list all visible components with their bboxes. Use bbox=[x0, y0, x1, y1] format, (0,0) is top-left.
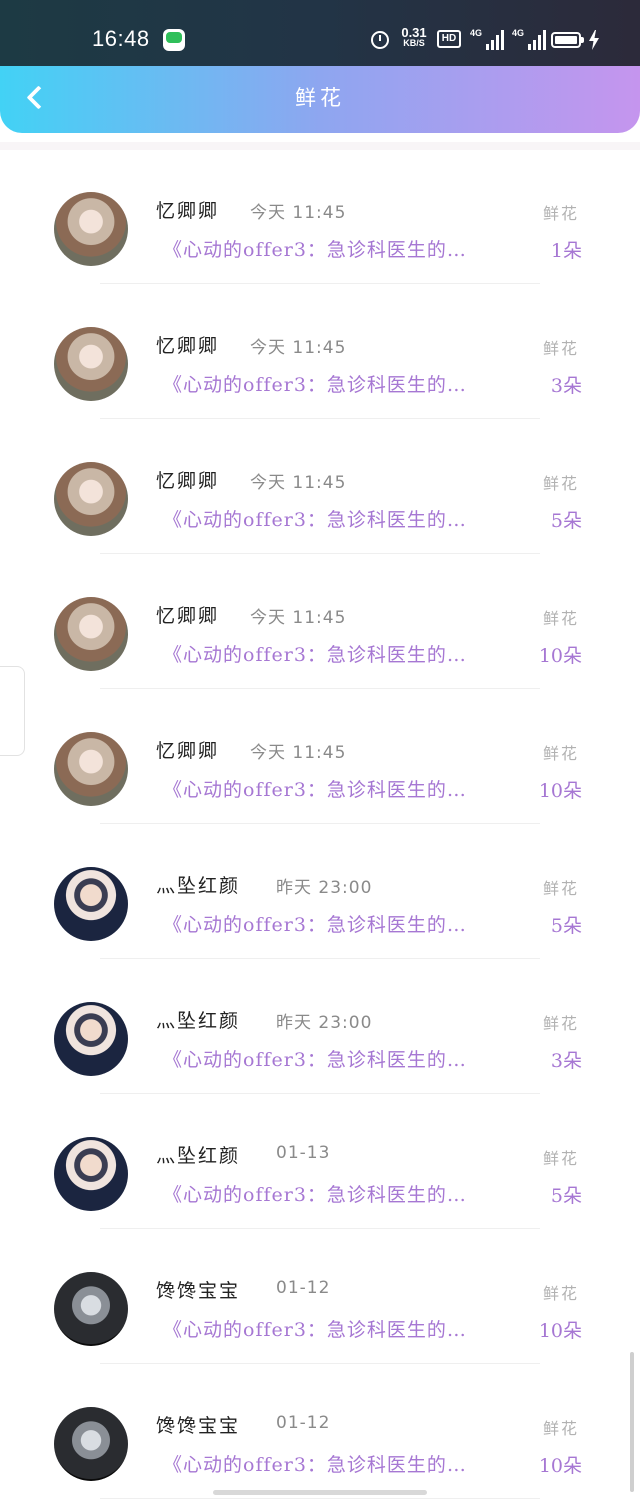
timestamp: 今天 11:45 bbox=[250, 473, 347, 493]
timestamp: 昨天 23:00 bbox=[276, 1013, 373, 1033]
timestamp: 01-13 bbox=[276, 1143, 331, 1163]
row-divider bbox=[100, 958, 540, 959]
username[interactable]: 忆卿卿 bbox=[156, 196, 219, 223]
signal-icon: 4G bbox=[470, 28, 508, 50]
row-divider bbox=[100, 418, 540, 419]
home-indicator[interactable] bbox=[213, 1490, 427, 1495]
signal-icon: 4G bbox=[512, 28, 550, 50]
gift-type-label: 鲜花 bbox=[543, 879, 580, 898]
timestamp: 昨天 23:00 bbox=[276, 878, 373, 898]
list-item[interactable]: 忆卿卿 今天 11:45 鲜花 《心动的offer3：急诊科医生的… 10朵 bbox=[0, 690, 640, 825]
gift-list[interactable]: 忆卿卿 今天 11:45 鲜花 《心动的offer3：急诊科医生的… 1朵 忆卿卿 今天 1… bbox=[0, 142, 640, 1499]
gift-type-label: 鲜花 bbox=[543, 339, 580, 358]
username[interactable]: 灬坠红颜 bbox=[156, 1141, 240, 1168]
charging-icon bbox=[589, 30, 599, 50]
network-speed-value: 0.31 bbox=[401, 25, 427, 40]
gift-count: 1朵 bbox=[550, 240, 582, 262]
status-bar: 16:48 0.31 KB/S HD 4G 4G bbox=[0, 0, 640, 66]
list-item[interactable]: 灬坠红颜 01-13 鲜花 《心动的offer3：急诊科医生的… 5朵 bbox=[0, 1095, 640, 1230]
list-item[interactable]: 馋馋宝宝 01-12 鲜花 《心动的offer3：急诊科医生的… 10朵 bbox=[0, 1230, 640, 1365]
avatar[interactable] bbox=[54, 1407, 128, 1481]
username[interactable]: 灬坠红颜 bbox=[156, 871, 240, 898]
drama-title[interactable]: 《心动的offer3：急诊科医生的… bbox=[163, 505, 533, 532]
timestamp: 今天 11:45 bbox=[250, 743, 347, 763]
avatar[interactable] bbox=[54, 462, 128, 536]
username[interactable]: 忆卿卿 bbox=[156, 466, 219, 493]
list-item[interactable]: 忆卿卿 今天 11:45 鲜花 《心动的offer3：急诊科医生的… 1朵 bbox=[0, 150, 640, 285]
gift-type-label: 鲜花 bbox=[543, 609, 580, 628]
timestamp: 01-12 bbox=[276, 1278, 331, 1298]
drama-title[interactable]: 《心动的offer3：急诊科医生的… bbox=[163, 1315, 533, 1342]
drama-title[interactable]: 《心动的offer3：急诊科医生的… bbox=[163, 370, 533, 397]
gift-count: 5朵 bbox=[550, 915, 582, 937]
network-speed-unit: KB/S bbox=[403, 38, 425, 48]
gift-type-label: 鲜花 bbox=[543, 474, 580, 493]
drama-title[interactable]: 《心动的offer3：急诊科医生的… bbox=[163, 1450, 533, 1477]
username[interactable]: 馋馋宝宝 bbox=[156, 1276, 240, 1303]
list-item[interactable]: 灬坠红颜 昨天 23:00 鲜花 《心动的offer3：急诊科医生的… 3朵 bbox=[0, 960, 640, 1095]
gift-type-label: 鲜花 bbox=[543, 744, 580, 763]
row-divider bbox=[100, 1093, 540, 1094]
drama-title[interactable]: 《心动的offer3：急诊科医生的… bbox=[163, 235, 533, 262]
avatar[interactable] bbox=[54, 1272, 128, 1346]
timestamp: 今天 11:45 bbox=[250, 203, 347, 223]
gift-count: 5朵 bbox=[550, 510, 582, 532]
avatar[interactable] bbox=[54, 867, 128, 941]
scrollbar[interactable] bbox=[630, 1352, 634, 1492]
row-divider bbox=[100, 1228, 540, 1229]
timestamp: 今天 11:45 bbox=[250, 608, 347, 628]
timestamp: 01-12 bbox=[276, 1413, 331, 1433]
list-item[interactable]: 忆卿卿 今天 11:45 鲜花 《心动的offer3：急诊科医生的… 3朵 bbox=[0, 285, 640, 420]
side-drawer-handle[interactable] bbox=[0, 666, 25, 756]
timestamp: 今天 11:45 bbox=[250, 338, 347, 358]
gift-count: 5朵 bbox=[550, 1185, 582, 1207]
gift-count: 3朵 bbox=[550, 375, 582, 397]
network-speed: 0.31 KB/S bbox=[399, 25, 429, 49]
signal-label: 4G bbox=[470, 28, 483, 38]
avatar[interactable] bbox=[54, 1137, 128, 1211]
avatar[interactable] bbox=[54, 327, 128, 401]
page-title: 鲜花 bbox=[295, 86, 345, 110]
hd-icon: HD bbox=[437, 30, 461, 48]
avatar[interactable] bbox=[54, 732, 128, 806]
gift-count: 10朵 bbox=[538, 1320, 582, 1342]
battery-icon bbox=[551, 32, 584, 48]
app-notification-icon bbox=[163, 29, 185, 51]
username[interactable]: 灬坠红颜 bbox=[156, 1006, 240, 1033]
drama-title[interactable]: 《心动的offer3：急诊科医生的… bbox=[163, 640, 533, 667]
gift-type-label: 鲜花 bbox=[543, 1419, 580, 1438]
gift-count: 10朵 bbox=[538, 780, 582, 802]
avatar[interactable] bbox=[54, 1002, 128, 1076]
avatar[interactable] bbox=[54, 192, 128, 266]
username[interactable]: 忆卿卿 bbox=[156, 331, 219, 358]
signal-label: 4G bbox=[512, 28, 525, 38]
gift-count: 10朵 bbox=[538, 645, 582, 667]
row-divider bbox=[100, 823, 540, 824]
status-time: 16:48 bbox=[92, 26, 150, 51]
username[interactable]: 馋馋宝宝 bbox=[156, 1411, 240, 1438]
list-item[interactable]: 忆卿卿 今天 11:45 鲜花 《心动的offer3：急诊科医生的… 5朵 bbox=[0, 420, 640, 555]
list-item[interactable]: 馋馋宝宝 01-12 鲜花 《心动的offer3：急诊科医生的… 10朵 bbox=[0, 1365, 640, 1499]
header-bar: 鲜花 bbox=[0, 66, 640, 133]
drama-title[interactable]: 《心动的offer3：急诊科医生的… bbox=[163, 1045, 533, 1072]
row-divider bbox=[100, 283, 540, 284]
gift-type-label: 鲜花 bbox=[543, 204, 580, 223]
gift-type-label: 鲜花 bbox=[543, 1149, 580, 1168]
gift-type-label: 鲜花 bbox=[543, 1014, 580, 1033]
gift-count: 10朵 bbox=[538, 1455, 582, 1477]
drama-title[interactable]: 《心动的offer3：急诊科医生的… bbox=[163, 775, 533, 802]
drama-title[interactable]: 《心动的offer3：急诊科医生的… bbox=[163, 910, 533, 937]
row-divider bbox=[100, 688, 540, 689]
gift-count: 3朵 bbox=[550, 1050, 582, 1072]
alarm-icon bbox=[371, 31, 389, 49]
username[interactable]: 忆卿卿 bbox=[156, 601, 219, 628]
row-divider bbox=[100, 553, 540, 554]
avatar[interactable] bbox=[54, 597, 128, 671]
list-item[interactable]: 灬坠红颜 昨天 23:00 鲜花 《心动的offer3：急诊科医生的… 5朵 bbox=[0, 825, 640, 960]
row-divider bbox=[100, 1363, 540, 1364]
username[interactable]: 忆卿卿 bbox=[156, 736, 219, 763]
gift-type-label: 鲜花 bbox=[543, 1284, 580, 1303]
drama-title[interactable]: 《心动的offer3：急诊科医生的… bbox=[163, 1180, 533, 1207]
list-item[interactable]: 忆卿卿 今天 11:45 鲜花 《心动的offer3：急诊科医生的… 10朵 bbox=[0, 555, 640, 690]
